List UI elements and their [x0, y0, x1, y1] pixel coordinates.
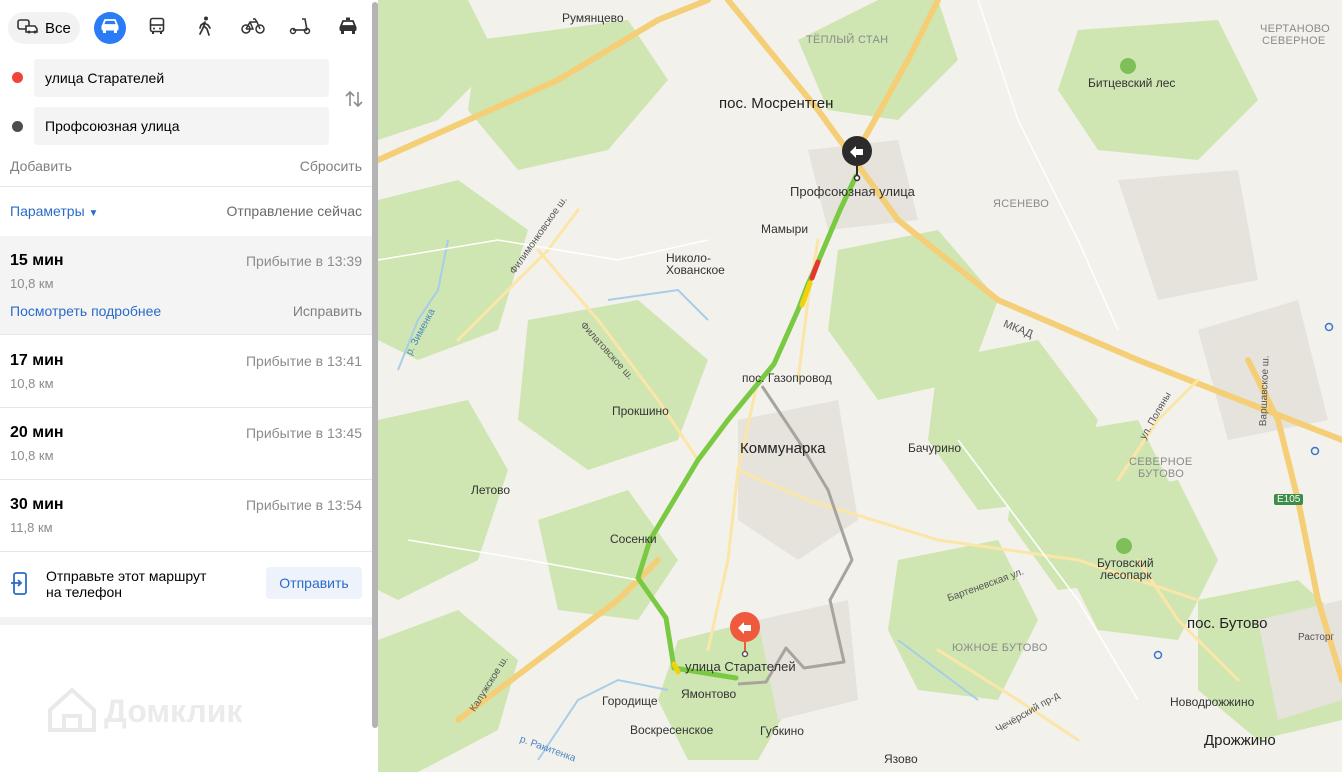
from-input[interactable]: улица Старателей [34, 59, 329, 97]
divider [0, 186, 372, 187]
route-arrival: Прибытие в 13:54 [245, 497, 362, 513]
map-label: Бачурино [908, 441, 962, 455]
mode-walk-button[interactable] [189, 12, 221, 44]
route-details-link[interactable]: Посмотреть подробнее [10, 303, 161, 319]
mode-scooter-button[interactable] [284, 12, 316, 44]
to-input[interactable]: Профсоюзная улица [34, 107, 329, 145]
route-fix-link[interactable]: Исправить [293, 303, 362, 319]
map-label: Язово [884, 752, 918, 766]
route-time: 15 мин [10, 252, 64, 269]
park-icon [1120, 58, 1136, 74]
map-label: СЕВЕРНОЕ [1262, 35, 1326, 47]
destination-marker[interactable] [841, 136, 873, 182]
from-dot [12, 72, 23, 83]
route-time: 30 мин [10, 496, 64, 513]
domclick-watermark: Домклик [46, 686, 242, 736]
route-panel: Все улица Старателей Профсоюзная улица Д… [0, 0, 372, 772]
map-label: Прокшино [612, 404, 669, 418]
map-label: пос. Мосрентген [719, 95, 834, 112]
map-label: ЧЕРТАНОВО [1260, 23, 1330, 35]
send-button[interactable]: Отправить [266, 567, 362, 599]
map-label: Дрожжино [1204, 732, 1276, 749]
route-option-3[interactable]: 20 мин 10,8 км Прибытие в 13:45 [0, 408, 372, 478]
map-label: Летово [471, 483, 511, 497]
caret-down-icon: ▼ [88, 208, 99, 219]
route-distance: 11,8 км [10, 520, 53, 535]
departure-time-button[interactable]: Отправление сейчас [227, 203, 362, 219]
add-point-button[interactable]: Добавить [10, 158, 72, 174]
reset-button[interactable]: Сбросить [300, 158, 362, 174]
bus-icon [148, 17, 166, 40]
map-label: Профсоюзная улица [790, 184, 915, 199]
taxi-icon [338, 17, 358, 40]
transport-modes: Все [8, 12, 372, 44]
route-distance: 10,8 км [10, 276, 54, 291]
map-label: Расторг [1298, 632, 1335, 643]
map-label: Ямонтово [681, 687, 737, 701]
map-label: БУТОВО [1138, 468, 1185, 480]
map-label: Городище [602, 694, 658, 708]
route-time: 17 мин [10, 352, 64, 369]
map-label: лесопарк [1100, 568, 1152, 582]
route-distance: 10,8 км [10, 448, 54, 463]
map-label: Сосенки [610, 532, 657, 546]
map-label: пос. Газопровод [742, 371, 832, 385]
mode-car-button[interactable] [94, 12, 126, 44]
map-label: Коммунарка [740, 440, 826, 457]
map-label: Новодрожжино [1170, 695, 1255, 709]
multimodal-icon [17, 18, 39, 38]
route-arrival: Прибытие в 13:41 [245, 353, 362, 369]
map-label: Воскресенское [630, 723, 714, 737]
params-label: Параметры [10, 203, 85, 219]
send-to-phone: Отправьте этот маршрут на телефон Отправ… [0, 552, 372, 616]
map-label: ТЁПЛЫЙ СТАН [806, 34, 889, 46]
map-label: ЯСЕНЕВО [993, 198, 1050, 210]
panel-footer-band [0, 617, 372, 625]
divider [0, 334, 372, 335]
map-label: E105 [1274, 494, 1304, 505]
mode-bicycle-button[interactable] [237, 12, 269, 44]
house-logo-icon [46, 686, 98, 737]
map-label: Мамыри [761, 222, 809, 236]
swap-button[interactable] [343, 88, 365, 110]
mode-taxi-button[interactable] [332, 12, 364, 44]
route-option-4[interactable]: 30 мин 11,8 км Прибытие в 13:54 [0, 480, 372, 550]
map-canvas[interactable]: Румянцево ТЁПЛЫЙ СТАН ЧЕРТАНОВО СЕВЕРНОЕ… [378, 0, 1342, 772]
mode-bus-button[interactable] [141, 12, 173, 44]
route-time: 20 мин [10, 424, 64, 441]
bicycle-icon [241, 17, 265, 39]
route-distance: 10,8 км [10, 376, 54, 391]
watermark-text: Домклик [104, 692, 243, 729]
walk-icon [197, 16, 213, 41]
mode-all-button[interactable]: Все [8, 12, 80, 44]
map-label: улица Старателей [685, 659, 796, 674]
swap-arrows-icon [343, 90, 365, 114]
route-option-2[interactable]: 17 мин 10,8 км Прибытие в 13:41 [0, 336, 372, 406]
mode-all-label: Все [45, 19, 71, 37]
map-label: пос. Бутово [1187, 615, 1268, 632]
scooter-icon [289, 17, 311, 40]
map-label: Румянцево [562, 11, 624, 25]
send-text-line1: Отправьте этот маршрут [46, 568, 207, 584]
park-icon [1116, 538, 1132, 554]
params-button[interactable]: Параметры ▼ [10, 203, 98, 219]
map-label: ЮЖНОЕ БУТОВО [952, 642, 1048, 654]
to-dot [12, 121, 23, 132]
map-background [378, 0, 1342, 772]
route-option-1[interactable]: 15 мин 10,8 км Прибытие в 13:39 Посмотре… [0, 236, 372, 334]
phone-send-icon [10, 571, 32, 602]
map-label: Битцевский лес [1088, 76, 1176, 90]
send-text-line2: на телефон [46, 584, 122, 600]
car-icon [100, 18, 120, 39]
map-label: Губкино [760, 724, 804, 738]
route-arrival: Прибытие в 13:39 [245, 253, 362, 269]
origin-marker[interactable] [729, 612, 761, 658]
map-label: Хованское [666, 263, 725, 277]
map-label: СЕВЕРНОЕ [1129, 456, 1193, 468]
route-arrival: Прибытие в 13:45 [245, 425, 362, 441]
